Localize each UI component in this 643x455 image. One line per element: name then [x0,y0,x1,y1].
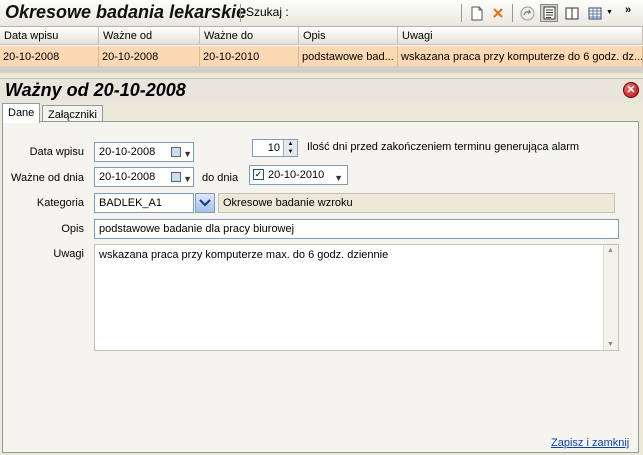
calendar-icon [171,147,181,157]
table-scrollbar[interactable] [0,66,643,73]
column-header[interactable]: Data wpisu [0,27,99,45]
data-wpisu-label: Data wpisu [29,146,84,158]
forward-icon[interactable] [518,4,536,22]
uwagi-value: wskazana praca przy komputerze max. do 6… [99,249,389,261]
scroll-up-icon[interactable]: ▲ [607,247,614,254]
grid-layout-icon[interactable] [586,4,604,22]
table-cell: podstawowe bad... [299,46,398,68]
table-cell: 20-10-2008 [99,46,200,68]
table-cell: wskazana praca przy komputerze do 6 godz… [398,46,643,68]
save-and-close-link[interactable]: Zapisz i zamknij [551,437,629,449]
overflow-chevron-icon[interactable]: » [625,4,631,16]
opis-field[interactable]: podstawowe badanie dla pracy biurowej [94,219,619,239]
uwagi-label: Uwagi [53,248,84,260]
column-header[interactable]: Opis [299,27,398,45]
toolbar-separator [240,4,241,22]
chevron-down-icon[interactable]: ▼ [183,170,192,186]
do-dnia-value: 20-10-2010 [268,169,325,181]
uwagi-scrollbar[interactable]: ▲ ▼ [603,245,618,350]
delete-icon[interactable] [489,4,507,22]
alarm-days-stepper[interactable]: 10 ▲ ▼ [252,139,298,157]
do-dnia-date-picker[interactable]: ✓ 20-10-2010 ▼ [249,165,348,185]
calendar-icon [171,172,181,182]
close-icon[interactable]: ✕ [623,82,639,98]
column-header[interactable]: Ważne do [200,27,299,45]
chevron-down-icon[interactable]: ▼ [183,145,192,161]
uwagi-textarea[interactable]: wskazana praca przy komputerze max. do 6… [94,244,619,351]
do-dnia-label: do dnia [202,172,239,184]
search-label[interactable]: Szukaj : [246,5,289,19]
scroll-down-icon[interactable]: ▼ [607,341,614,348]
kategoria-description: Okresowe badanie wzroku [218,193,615,213]
column-header[interactable]: Ważne od [99,27,200,45]
data-wpisu-date-picker[interactable]: 20-10-2008 ▼ [94,142,194,162]
kategoria-input[interactable]: BADLEK_A1 [94,193,194,213]
app-title: Okresowe badania lekarskie [5,2,247,22]
toolbar-separator [512,4,513,22]
wazne-od-value: 20-10-2008 [99,171,156,183]
column-header[interactable]: Uwagi [398,27,643,45]
chevron-down-icon[interactable]: ▼ [334,169,343,184]
opis-label: Opis [61,223,84,235]
data-wpisu-value: 20-10-2008 [99,146,156,158]
stepper-arrows-icon[interactable]: ▲ ▼ [283,140,297,156]
opis-value: podstawowe badanie dla pracy biurowej [99,223,295,235]
kategoria-dropdown-button[interactable] [195,193,215,213]
table-row[interactable]: 20-10-2008 20-10-2008 20-10-2010 podstaw… [0,46,643,68]
do-dnia-checkbox[interactable]: ✓ [253,169,264,180]
wazne-od-date-picker[interactable]: 20-10-2008 ▼ [94,167,194,187]
alarm-days-value: 10 [267,142,280,154]
table-cell: 20-10-2008 [0,46,99,68]
new-document-icon[interactable] [468,4,486,22]
table-cell: 20-10-2010 [200,46,299,68]
tab-dane[interactable]: Dane [2,103,41,123]
kategoria-value: BADLEK_A1 [99,197,162,209]
chevron-down-icon [199,199,211,207]
kategoria-label: Kategoria [36,197,84,209]
wazne-od-label: Ważne od dnia [11,172,84,184]
split-view-icon[interactable] [563,4,581,22]
toolbar-separator [461,4,462,22]
chevron-down-icon[interactable]: ▼ [606,9,613,16]
detail-title: Ważny od 20-10-2008 [5,80,186,100]
notes-icon[interactable] [540,4,558,22]
alarm-label: Ilość dni przed zakończeniem terminu gen… [307,141,580,153]
